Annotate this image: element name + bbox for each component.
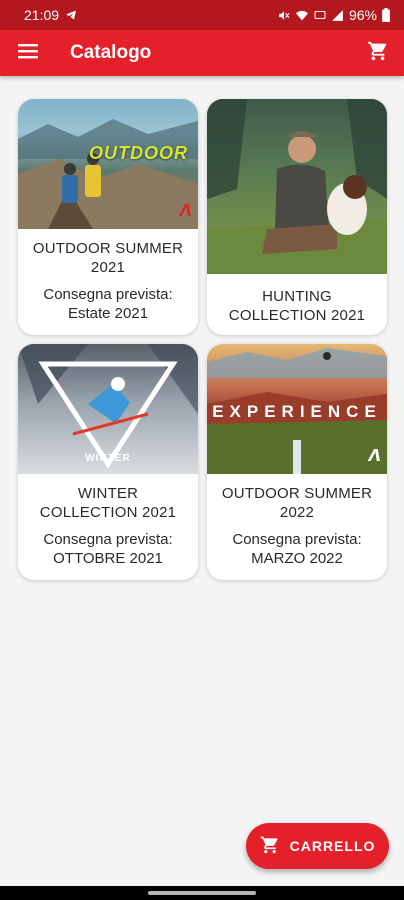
card-body: OUTDOOR SUMMER 2021 Consegna prevista: E… (18, 229, 198, 335)
cart-fab-label: CARRELLO (289, 838, 376, 854)
page-title: Catalogo (70, 42, 152, 63)
status-right: 96% (277, 7, 390, 23)
telegram-icon (65, 9, 77, 21)
mute-icon (277, 9, 290, 22)
catalog-card-hunting-collection-2021[interactable]: HUNTING COLLECTION 2021 (207, 99, 387, 335)
catalog-image (207, 99, 387, 274)
hamburger-menu-icon (18, 43, 38, 64)
card-delivery: Consegna prevista: OTTOBRE 2021 (43, 531, 173, 567)
card-title: WINTER COLLECTION 2021 (39, 485, 177, 521)
home-gesture-handle[interactable] (148, 891, 256, 895)
card-body: HUNTING COLLECTION 2021 (207, 274, 387, 335)
card-title: OUTDOOR SUMMER 2022 (221, 485, 373, 521)
catalog-card-outdoor-summer-2021[interactable]: OUTDOOR ᐱ OUTDOOR SUMMER 2021 Consegna p… (18, 99, 198, 335)
card-title: OUTDOOR SUMMER 2021 (32, 240, 184, 276)
brand-logo: ᐱ (179, 203, 192, 220)
cart-fab-button[interactable]: CARRELLO (246, 823, 389, 869)
catalog-image-label: EXPERIENCE (212, 402, 382, 421)
catalog-image: OUTDOOR ᐱ (18, 99, 198, 229)
shopping-cart-icon (367, 40, 389, 67)
card-delivery: Consegna prevista: Estate 2021 (43, 286, 173, 322)
system-nav-bar (0, 886, 404, 900)
card-delivery: Consegna prevista: MARZO 2022 (232, 531, 362, 567)
catalog-image: WINTER (18, 344, 198, 474)
status-time: 21:09 (24, 7, 60, 23)
cart-button[interactable] (352, 30, 404, 76)
card-body: OUTDOOR SUMMER 2022 Consegna prevista: M… (207, 474, 387, 580)
catalog-card-winter-collection-2021[interactable]: WINTER WINTER COLLECTION 2021 Consegna p… (18, 344, 198, 580)
status-left: 21:09 (24, 7, 77, 23)
signal-icon (331, 9, 344, 22)
catalog-grid: OUTDOOR ᐱ OUTDOOR SUMMER 2021 Consegna p… (18, 99, 388, 580)
wifi-icon (295, 9, 309, 22)
brand-logo: ᐱ (368, 448, 381, 465)
catalog-image-label: WINTER (85, 453, 131, 464)
catalog-image-label: OUTDOOR (89, 143, 188, 163)
menu-button[interactable] (0, 30, 56, 76)
hd-signal-icon (314, 9, 326, 21)
app-bar: Catalogo (0, 30, 404, 76)
card-body: WINTER COLLECTION 2021 Consegna prevista… (18, 474, 198, 580)
catalog-image: EXPERIENCE ᐱ (207, 344, 387, 474)
battery-icon (382, 8, 390, 22)
shopping-cart-icon (260, 835, 280, 858)
status-bar: 21:09 96% (0, 0, 404, 30)
catalog-card-outdoor-summer-2022[interactable]: EXPERIENCE ᐱ OUTDOOR SUMMER 2022 Consegn… (207, 344, 387, 580)
battery-percent: 96% (348, 7, 377, 23)
card-title: HUNTING COLLECTION 2021 (228, 288, 366, 324)
